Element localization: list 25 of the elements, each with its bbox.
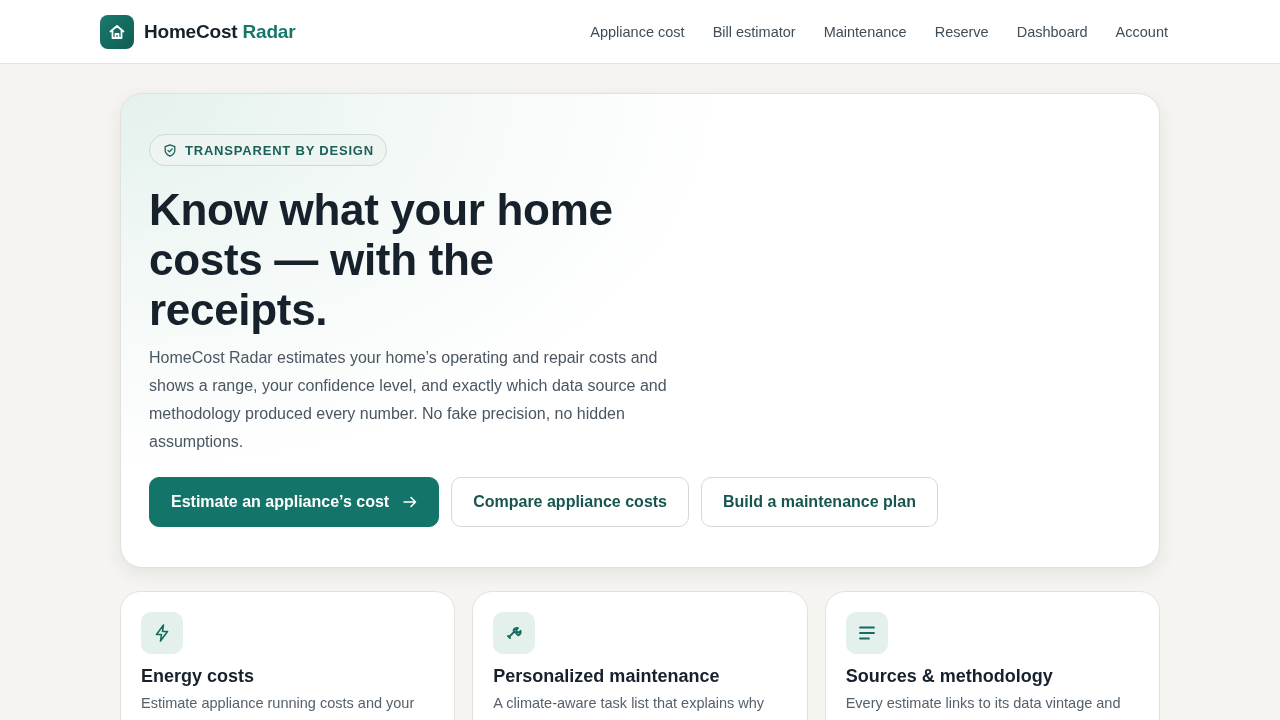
house-logo-icon [100,14,134,49]
nav-link[interactable]: Reserve [934,23,989,40]
secondary-button[interactable]: Build a maintenance plan [701,477,938,527]
nav-link[interactable]: Bill estimator [712,23,796,40]
text-lines-icon [845,612,888,654]
brand-name[interactable]: HomeCost Radar [144,20,296,43]
shield-check-icon [164,143,176,157]
nav-link[interactable]: Appliance cost [590,23,685,40]
nav-link[interactable]: Account [1115,23,1168,40]
badge-label: TRANSPARENT BY DESIGN [185,142,374,158]
nav-link[interactable]: Maintenance [823,23,907,40]
secondary-button[interactable]: Compare appliance costs [451,477,689,527]
feature-title: Sources & methodology [845,665,1054,688]
feature-description: Every estimate links to its data vintage and [845,694,1122,713]
primary-button[interactable]: Estimate an appliance’s cost [149,477,440,527]
arrow-right-icon [403,496,418,508]
feature-title: Energy costs [141,665,256,688]
nav-link[interactable]: Dashboard [1016,23,1088,40]
feature-description: Estimate appliance running costs and your [141,694,416,713]
lightning-icon [141,612,183,654]
wrench-icon [493,612,536,654]
feature-description: A climate-aware task list that explains why [493,694,766,713]
feature-title: Personalized maintenance [493,665,721,688]
hero-description: HomeCost Radar estimates your home’s operating and repair costs and shows a range, your confidence level, and exactly which data source and methodology produced every number. No fake precision, no hidden assumptions. [149,348,668,452]
hero-heading: Know what your home costs — with the receipts. [149,185,614,335]
